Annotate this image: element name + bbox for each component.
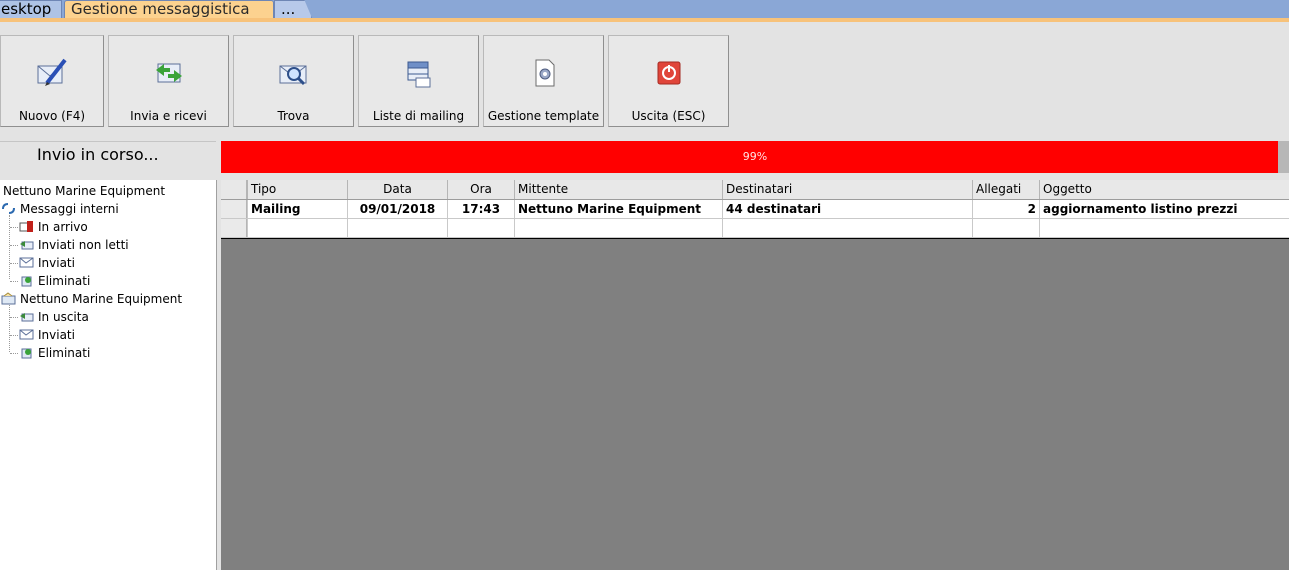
- progress-bar: 99%: [221, 141, 1289, 173]
- toolbar: Nuovo (F4) Invia e ricevi Trova Liste di…: [0, 24, 1289, 134]
- cell-oggetto: aggiornamento listino prezzi: [1039, 200, 1289, 218]
- progress-label: 99%: [742, 150, 768, 163]
- tree-item-inviati[interactable]: Inviati: [19, 326, 75, 344]
- tree-item-label: Inviati non letti: [38, 238, 129, 252]
- tree-connector: [10, 263, 18, 264]
- tab-desktop[interactable]: esktop: [0, 0, 62, 18]
- find-icon: [279, 65, 306, 86]
- tree-group-label: Nettuno Marine Equipment: [20, 292, 183, 306]
- tree-item-in-uscita[interactable]: In uscita: [19, 308, 89, 326]
- trash-icon: [21, 348, 32, 359]
- tab-strip: esktop Gestione messaggistica ...: [0, 0, 1289, 22]
- cell-mittente: [514, 219, 722, 237]
- tree-item-label: Eliminati: [38, 346, 91, 360]
- grid-corner: [221, 180, 247, 199]
- tree-connector: [10, 317, 18, 318]
- cell-ora: 17:43: [447, 200, 514, 218]
- mailing-lists-button-label: Liste di mailing: [372, 109, 465, 123]
- tree-item-inviati[interactable]: Inviati: [19, 254, 75, 272]
- tree-item-label: In uscita: [38, 310, 89, 324]
- tree-item-in-arrivo[interactable]: In arrivo: [19, 218, 88, 236]
- tree-item-eliminati[interactable]: Eliminati: [19, 272, 90, 290]
- tree-item-eliminati[interactable]: Eliminati: [19, 344, 90, 362]
- tab-strip-underline: [0, 18, 1289, 22]
- send-receive-button[interactable]: Invia e ricevi: [108, 35, 229, 127]
- internal-messages-icon: [2, 203, 15, 214]
- tab-more[interactable]: ...: [274, 0, 312, 18]
- new-button-label: Nuovo (F4): [18, 109, 86, 123]
- send-receive-icon: [155, 63, 182, 83]
- tree-group-label: Messaggi interni: [20, 202, 119, 216]
- mailing-lists-button[interactable]: Liste di mailing: [358, 35, 479, 127]
- cell-allegati: [972, 219, 1039, 237]
- find-button-label: Trova: [277, 109, 310, 123]
- cell-allegati: 2: [972, 200, 1039, 218]
- tree-connector: [10, 281, 18, 282]
- folder-tree: Nettuno Marine Equipment Messaggi intern…: [0, 180, 217, 570]
- tree-connector: [10, 227, 18, 228]
- tree-connector: [10, 353, 18, 354]
- account-folder-icon: [1, 292, 16, 305]
- tree-group-account[interactable]: Nettuno Marine Equipment: [1, 290, 182, 308]
- tree-connector: [10, 245, 18, 246]
- send-receive-button-label: Invia e ricevi: [130, 109, 207, 123]
- tree-connector: [10, 335, 18, 336]
- tree-item-label: Inviati: [38, 328, 75, 342]
- status-text: Invio in corso...: [0, 141, 216, 173]
- template-button-label: Gestione template: [487, 109, 600, 123]
- exit-button[interactable]: Uscita (ESC): [608, 35, 729, 127]
- outbox-icon: [20, 313, 34, 322]
- new-message-icon: [37, 58, 67, 86]
- trash-icon: [21, 276, 32, 287]
- column-header-ora[interactable]: Ora: [447, 180, 514, 199]
- table-row-empty[interactable]: [221, 219, 1289, 238]
- column-header-tipo[interactable]: Tipo: [247, 180, 347, 199]
- tree-item-label: In arrivo: [38, 220, 88, 234]
- tree-item-inviati-non-letti[interactable]: Inviati non letti: [19, 236, 129, 254]
- grid-bottom-border: [221, 238, 1289, 239]
- sent-icon: [19, 257, 34, 268]
- column-header-mittente[interactable]: Mittente: [514, 180, 722, 199]
- exit-icon: [657, 61, 680, 85]
- cell-data: [347, 219, 447, 237]
- tree-item-label: Inviati: [38, 256, 75, 270]
- tree-item-label: Eliminati: [38, 274, 91, 288]
- new-button[interactable]: Nuovo (F4): [0, 35, 104, 127]
- sent-icon: [19, 329, 34, 340]
- cell-destinatari: [722, 219, 972, 237]
- tree-group-internal-messages[interactable]: Messaggi interni: [1, 200, 119, 218]
- row-selector[interactable]: [221, 200, 247, 218]
- column-header-oggetto[interactable]: Oggetto: [1039, 180, 1289, 199]
- tree-root[interactable]: Nettuno Marine Equipment: [3, 182, 165, 200]
- tree-connector: [9, 305, 10, 352]
- template-icon: [535, 59, 554, 87]
- cell-destinatari: 44 destinatari: [722, 200, 972, 218]
- column-header-allegati[interactable]: Allegati: [972, 180, 1039, 199]
- cell-oggetto: [1039, 219, 1289, 237]
- cell-ora: [447, 219, 514, 237]
- template-button[interactable]: Gestione template: [483, 35, 604, 127]
- sent-unread-icon: [20, 241, 34, 250]
- column-header-destinatari[interactable]: Destinatari: [722, 180, 972, 199]
- exit-button-label: Uscita (ESC): [631, 109, 706, 123]
- table-row[interactable]: Mailing 09/01/2018 17:43 Nettuno Marine …: [221, 200, 1289, 219]
- message-grid: Tipo Data Ora Mittente Destinatari Alleg…: [221, 180, 1289, 570]
- cell-data: 09/01/2018: [347, 200, 447, 218]
- grid-header: Tipo Data Ora Mittente Destinatari Alleg…: [221, 180, 1289, 200]
- find-button[interactable]: Trova: [233, 35, 354, 127]
- inbox-icon: [19, 221, 33, 232]
- cell-tipo: [247, 219, 347, 237]
- cell-mittente: Nettuno Marine Equipment: [514, 200, 722, 218]
- cell-tipo: Mailing: [247, 200, 347, 218]
- tab-gestione-messaggistica[interactable]: Gestione messaggistica: [64, 0, 274, 18]
- column-header-data[interactable]: Data: [347, 180, 447, 199]
- row-selector[interactable]: [221, 219, 247, 237]
- mailing-lists-icon: [407, 61, 430, 88]
- tree-connector: [9, 215, 10, 279]
